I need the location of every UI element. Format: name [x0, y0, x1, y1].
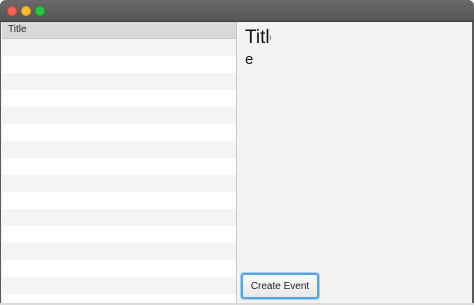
table-row[interactable]	[2, 73, 236, 90]
minimize-window-icon[interactable]	[21, 6, 31, 16]
table-row[interactable]	[2, 141, 236, 158]
event-description: e	[245, 51, 254, 68]
column-header-title[interactable]: Title	[2, 22, 236, 39]
table-row[interactable]	[2, 209, 236, 226]
table-row[interactable]	[2, 243, 236, 260]
table-row[interactable]	[2, 90, 236, 107]
table-row[interactable]	[2, 226, 236, 243]
event-detail-pane: Title e Create Event	[238, 22, 472, 304]
events-table[interactable]: Title	[2, 22, 237, 304]
zoom-window-icon[interactable]	[35, 6, 45, 16]
table-row[interactable]	[2, 260, 236, 277]
create-event-button[interactable]: Create Event	[241, 273, 319, 299]
table-row[interactable]	[2, 124, 236, 141]
table-row[interactable]	[2, 107, 236, 124]
table-row[interactable]	[2, 39, 236, 56]
table-row[interactable]	[2, 277, 236, 294]
event-title: Title	[245, 27, 271, 48]
table-row[interactable]	[2, 192, 236, 209]
table-row[interactable]	[2, 56, 236, 73]
app-window: Title Title e Create Event	[0, 0, 474, 305]
split-pane: Title Title e Create Event	[1, 22, 472, 304]
table-row[interactable]	[2, 175, 236, 192]
window-titlebar[interactable]	[0, 0, 474, 22]
table-row[interactable]	[2, 158, 236, 175]
close-window-icon[interactable]	[7, 6, 17, 16]
